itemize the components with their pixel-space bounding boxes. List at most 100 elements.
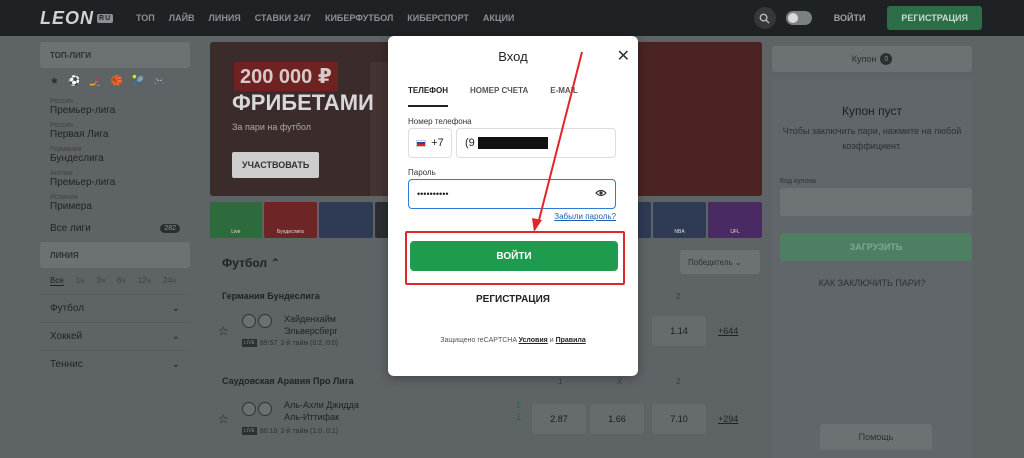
register-link[interactable]: РЕГИСТРАЦИЯ [388, 294, 638, 305]
nav-item-cybersport[interactable]: КИБЕРСПОРТ [407, 13, 469, 23]
top-bar: LEON RU ТОП ЛАЙВ ЛИНИЯ СТАВКИ 24/7 КИБЕР… [0, 0, 1024, 36]
phone-input-value: (9 [465, 137, 475, 149]
password-label: Пароль [408, 168, 436, 177]
russia-flag-icon [416, 139, 427, 147]
time-filter-24h[interactable]: 24ч [163, 276, 176, 286]
tile-nba[interactable]: NBA [652, 202, 707, 238]
terms-link[interactable]: Условия [519, 337, 548, 344]
more-markets-link[interactable]: +644 [718, 326, 738, 336]
tile-league[interactable] [319, 202, 373, 238]
coupon-empty-hint: Чтобы заключить пари, нажмите на любой к… [782, 126, 962, 152]
site-logo[interactable]: LEON RU [0, 8, 136, 29]
market-select-value: Победитель [688, 257, 733, 267]
football-icon[interactable]: ⚽ [68, 76, 80, 87]
login-button-highlight: ВОЙТИ [405, 231, 625, 285]
theme-toggle[interactable] [785, 11, 812, 25]
forgot-password-link[interactable]: Забыли пароль? [554, 212, 616, 221]
eye-icon[interactable] [595, 189, 607, 200]
team-away: Эльверсберг [284, 326, 338, 336]
coupon-panel: Купон пуст Чтобы заключить пари, нажмите… [772, 78, 972, 458]
match-time: 89:57 [259, 339, 278, 347]
league-header[interactable]: Саудовская Аравия Про Лига [222, 376, 354, 386]
tile-ufl[interactable]: UFL [708, 202, 762, 238]
odd-away[interactable]: 1.14 [652, 316, 706, 346]
tab-account-number[interactable]: НОМЕР СЧЕТА [470, 82, 528, 107]
nav-item-top[interactable]: ТОП [136, 13, 155, 23]
coupon-tab[interactable]: Купон 0 [772, 46, 972, 72]
tennis-icon[interactable]: 🎾 [132, 76, 144, 87]
sport-hockey[interactable]: Хоккей ⌄ [40, 322, 190, 350]
league-name: Первая Лига [50, 129, 109, 140]
top-leagues-header: ТОП-ЛИГИ [40, 42, 190, 68]
nav-item-live[interactable]: ЛАЙВ [169, 13, 195, 23]
password-input[interactable]: •••••••••• [408, 179, 616, 209]
sport-tennis[interactable]: Теннис ⌄ [40, 350, 190, 378]
odd-away[interactable]: 7.10 [652, 404, 706, 434]
all-leagues-link[interactable]: Все лиги 282 [40, 215, 190, 242]
chevron-down-icon: ⌄ [171, 303, 180, 314]
coupon-code-input[interactable] [780, 188, 972, 216]
section-title[interactable]: Футбол ⌃ [222, 256, 280, 270]
score-away: 1 [516, 412, 522, 422]
league-item[interactable]: Испания Примера [40, 191, 190, 215]
modal-title: Вход [498, 49, 528, 64]
time-filter-3h[interactable]: 3ч [96, 276, 105, 286]
login-submit-button[interactable]: ВОЙТИ [410, 241, 618, 271]
nav-item-bets247[interactable]: СТАВКИ 24/7 [255, 13, 311, 23]
league-name: Премьер-лига [50, 105, 116, 116]
tab-email[interactable]: E-MAIL [550, 82, 578, 107]
coupon-load-button[interactable]: ЗАГРУЗИТЬ [780, 233, 972, 261]
header-login-button[interactable]: ВОЙТИ [822, 13, 878, 23]
time-filter-all[interactable]: Все [50, 276, 64, 286]
more-markets-link[interactable]: +294 [718, 414, 738, 424]
header-register-button[interactable]: РЕГИСТРАЦИЯ [887, 6, 982, 30]
time-filter-1h[interactable]: 1ч [76, 276, 85, 286]
match-row[interactable]: ☆ Аль-Ахли Джидда Аль-Иттифак 1 1 LIVE 80… [218, 396, 762, 444]
privacy-link[interactable]: Правила [556, 337, 586, 344]
star-icon[interactable]: ★ [50, 76, 59, 87]
basketball-icon[interactable]: 🏀 [111, 76, 123, 87]
odd-draw[interactable]: 1.66 [590, 404, 644, 434]
league-country: Испания [50, 194, 78, 201]
sport-label: Теннис [50, 359, 83, 370]
section-title-text: Футбол [222, 256, 268, 270]
logo-badge: RU [97, 13, 114, 23]
banner-cta-button[interactable]: УЧАСТВОВАТЬ [232, 152, 320, 178]
hockey-icon[interactable]: 🏒 [89, 76, 101, 87]
close-icon[interactable]: ✕ [617, 46, 630, 66]
coupon-count-badge: 0 [880, 53, 893, 65]
coupon-empty-title: Купон пуст [842, 104, 902, 118]
time-filter-6h[interactable]: 6ч [117, 276, 126, 286]
favorite-star-icon[interactable]: ☆ [218, 412, 229, 426]
market-select[interactable]: Победитель ⌄ [680, 250, 760, 274]
phone-input[interactable]: (9 [456, 128, 616, 158]
coupon-code-label: Код купона [780, 178, 816, 185]
tile-label: Бундеслига [276, 229, 304, 235]
team-home: Аль-Ахли Джидда [284, 400, 359, 410]
esports-icon[interactable]: 🎮 [154, 76, 166, 87]
league-item[interactable]: Германия Бундеслига [40, 143, 190, 167]
odd-home[interactable]: 2.87 [532, 404, 586, 434]
league-item[interactable]: Россия Первая Лига [40, 119, 190, 143]
nav-item-promos[interactable]: АКЦИИ [483, 13, 515, 23]
sport-football[interactable]: Футбол ⌄ [40, 294, 190, 322]
country-code-select[interactable]: +7 [408, 128, 452, 158]
league-item[interactable]: Россия Премьер-лига [40, 95, 190, 119]
sport-icon-row: ★ ⚽ 🏒 🏀 🎾 🎮 [40, 68, 190, 95]
favorite-star-icon[interactable]: ☆ [218, 324, 229, 338]
league-item[interactable]: Англия Премьер-лига [40, 167, 190, 191]
coupon-column: Купон 0 [772, 46, 972, 72]
nav-item-line[interactable]: ЛИНИЯ [209, 13, 241, 23]
tile-bundesliga[interactable]: Бундеслига [263, 202, 318, 238]
team-logo [258, 314, 272, 328]
tile-live[interactable]: Live [210, 202, 262, 238]
search-icon[interactable] [753, 7, 776, 29]
nav-item-cyberfootball[interactable]: КИБЕРФУТБОЛ [325, 13, 393, 23]
tab-phone[interactable]: ТЕЛЕФОН [408, 82, 448, 107]
how-to-bet-link[interactable]: КАК ЗАКЛЮЧИТЬ ПАРИ? [772, 278, 972, 288]
league-header[interactable]: Германия Бундеслига [222, 291, 320, 301]
tile-label: Live [231, 229, 241, 235]
help-button[interactable]: Помощь [820, 424, 932, 450]
time-filter-12h[interactable]: 12ч [138, 276, 151, 286]
tile-label: UFL [730, 229, 740, 235]
